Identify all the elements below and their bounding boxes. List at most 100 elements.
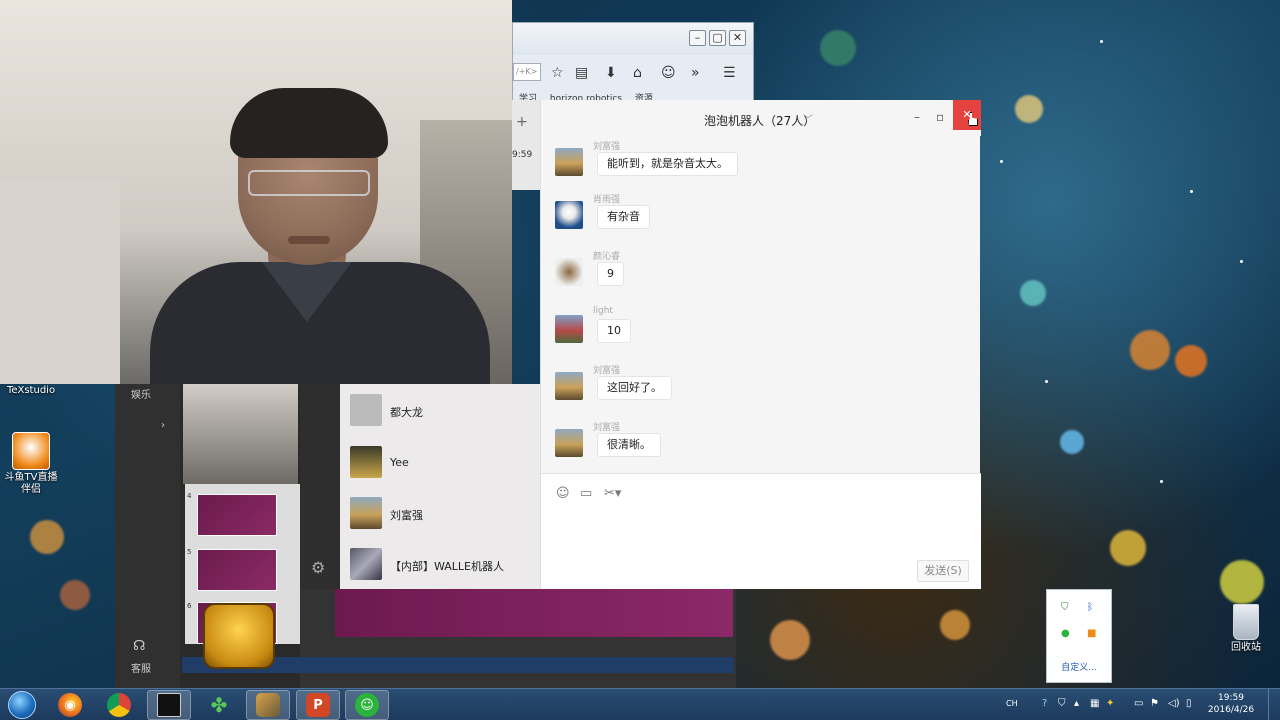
message-sender: 肖雨强 — [593, 195, 621, 205]
time-fragment: 9:59 — [512, 150, 533, 160]
clover-icon: ✤ — [210, 693, 228, 717]
shield-icon[interactable]: ⛉ — [1061, 602, 1069, 614]
nav-entertainment[interactable]: 娱乐 — [131, 386, 151, 401]
reading-list-icon[interactable]: ▤ — [575, 65, 588, 81]
wechat-chat-window: 泡泡机器人（27人） ﹀ – ▫ ✕ 刘富强 能听到，就是杂音太大。 肖雨强 有… — [540, 100, 981, 589]
desktop-icon-recycle-bin[interactable]: 回收站 — [1222, 604, 1270, 654]
chat-icon[interactable]: ☺ — [661, 65, 676, 81]
wechat-nav-rail: ⚙ — [300, 384, 340, 589]
monitor-icon[interactable]: ▭ — [1134, 698, 1143, 710]
desktop-icon-texstudio[interactable]: TeXstudio — [2, 385, 60, 397]
add-tab-icon[interactable]: + — [516, 114, 528, 130]
message-bubble: 9 — [597, 262, 624, 286]
slide-thumb[interactable] — [197, 494, 277, 536]
home-icon[interactable]: ⌂ — [633, 65, 642, 81]
download-icon[interactable]: ⬇ — [605, 65, 617, 81]
network-icon[interactable]: ▦ — [1090, 698, 1099, 710]
show-desktop-button[interactable] — [1268, 689, 1280, 720]
powerpoint-icon: P — [306, 693, 330, 717]
contact-item[interactable]: 刘富强 — [340, 492, 540, 542]
douyu-label: 斗鱼TV直播伴侣 — [4, 472, 58, 495]
maximize-button[interactable]: ▫ — [936, 110, 944, 124]
windows-logo-icon — [8, 691, 36, 719]
avatar — [555, 201, 583, 229]
message-input-area[interactable]: ☺ ▭ ✂▾ 发送(S) — [541, 474, 981, 589]
taskbar-clover[interactable]: ✤ — [197, 690, 241, 720]
chevron-down-icon[interactable]: ﹀ — [803, 111, 813, 126]
taskbar-terminal[interactable] — [147, 690, 191, 720]
folder-icon[interactable]: ▭ — [580, 486, 592, 501]
input-language[interactable]: CH — [1006, 698, 1018, 710]
customize-link[interactable]: 自定义... — [1047, 660, 1111, 673]
douyu-tray-icon[interactable]: ■ — [1087, 628, 1096, 640]
message-bubble: 这回好了。 — [597, 376, 672, 400]
message-bubble: 10 — [597, 319, 631, 343]
clock-time: 19:59 — [1218, 693, 1244, 703]
texstudio-label: TeXstudio — [6, 385, 56, 396]
show-hidden-icons[interactable]: ▴ — [1074, 698, 1079, 710]
douyu-app-icon — [256, 693, 280, 717]
recycle-bin-label: 回收站 — [1231, 642, 1261, 653]
start-button[interactable] — [3, 690, 41, 720]
contact-item[interactable]: 都大龙 — [340, 389, 540, 439]
volume-icon[interactable]: ◁) — [1168, 698, 1180, 710]
close-button[interactable]: ✕ — [729, 30, 746, 46]
treasure-chest-icon[interactable] — [203, 603, 275, 669]
headset-icon[interactable]: ☊ — [133, 638, 145, 654]
scissors-icon[interactable]: ✂▾ — [604, 486, 621, 501]
overflow-icon[interactable]: » — [691, 65, 700, 81]
bookmark-star-icon[interactable]: ☆ — [551, 65, 564, 81]
douyu-icon — [12, 432, 50, 470]
contact-item[interactable]: 【内部】WALLE机器人 — [340, 543, 540, 593]
taskbar-firefox[interactable]: ◉ — [48, 690, 92, 720]
power-icon[interactable]: ▯ — [1186, 698, 1192, 710]
url-bar[interactable]: /+K> — [513, 63, 541, 81]
chrome-icon — [107, 693, 131, 717]
minimize-button[interactable]: – — [689, 30, 706, 46]
menu-icon[interactable]: ☰ — [723, 65, 736, 81]
slide-thumb[interactable] — [197, 549, 277, 591]
wechat-icon: ☺ — [355, 693, 379, 717]
nav-chevron-icon[interactable]: › — [161, 420, 165, 431]
avatar — [555, 148, 583, 176]
emoji-icon[interactable]: ☺ — [556, 486, 570, 501]
minimize-button[interactable]: – — [914, 110, 920, 124]
app-tray-icon[interactable]: ✦ — [1106, 698, 1114, 710]
taskbar-powerpoint[interactable]: P — [296, 690, 340, 720]
shield-tray-icon[interactable]: ⛉ — [1058, 698, 1066, 710]
message-sender: 刘富强 — [593, 423, 621, 433]
help-icon[interactable]: ? — [1042, 698, 1047, 710]
message-sender: light — [593, 306, 613, 316]
slide-number: 4 — [187, 492, 192, 500]
contact-item[interactable]: Yee — [340, 441, 540, 491]
taskbar-douyu[interactable] — [246, 690, 290, 720]
message-bubble: 很清晰。 — [597, 433, 661, 457]
message-bubble: 有杂音 — [597, 205, 650, 229]
contact-name: 刘富强 — [390, 509, 423, 522]
terminal-icon — [157, 693, 181, 717]
presentation-preview — [182, 589, 736, 689]
maximize-button[interactable]: ▢ — [709, 30, 726, 46]
wechat-tray-icon[interactable]: ● — [1061, 628, 1070, 640]
nav-support[interactable]: 客服 — [131, 660, 151, 675]
avatar — [555, 258, 583, 286]
avatar — [350, 394, 382, 426]
message-bubble: 能听到，就是杂音太大。 — [597, 152, 738, 176]
desktop-icon-douyu[interactable]: 斗鱼TV直播伴侣 — [2, 432, 60, 496]
chat-title[interactable]: 泡泡机器人（27人） — [704, 112, 815, 129]
message-sender: 刘富强 — [593, 142, 621, 152]
avatar — [350, 446, 382, 478]
clock-date: 2016/4/26 — [1207, 705, 1255, 715]
camera-preview — [183, 384, 298, 484]
avatar — [555, 315, 583, 343]
browser-sidebar-strip: + 9:59 — [512, 100, 540, 190]
taskbar-wechat[interactable]: ☺ — [345, 690, 389, 720]
system-clock[interactable]: 19:59 2016/4/26 — [1203, 692, 1259, 716]
settings-icon[interactable]: ⚙ — [311, 558, 325, 577]
send-button[interactable]: 发送(S) — [917, 560, 969, 582]
webcam-feed — [0, 0, 512, 384]
message-sender: 颜沁睿 — [593, 252, 621, 262]
taskbar-chrome[interactable] — [97, 690, 141, 720]
flag-icon[interactable]: ⚑ — [1150, 698, 1159, 710]
bluetooth-icon[interactable]: ᛒ — [1087, 602, 1093, 614]
